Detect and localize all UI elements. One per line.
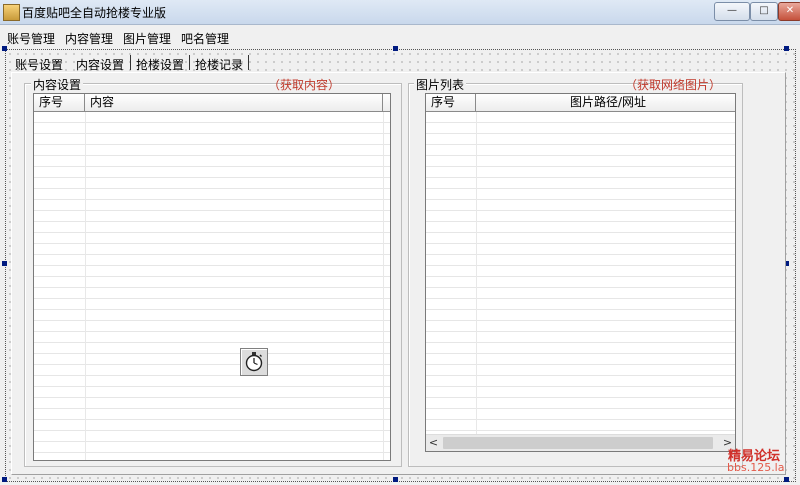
selection-handle[interactable] (393, 477, 398, 482)
tab-divider (189, 55, 190, 70)
tab-grab-records[interactable]: 抢楼记录 (195, 56, 243, 73)
column-divider (85, 112, 86, 460)
tab-grab-settings[interactable]: 抢楼设置 (136, 56, 184, 73)
menu-content-management[interactable]: 内容管理 (65, 30, 113, 47)
app-icon (3, 4, 20, 21)
fetch-web-images-link[interactable]: （获取网络图片） (625, 76, 721, 93)
fetch-content-link[interactable]: （获取内容） (268, 76, 340, 93)
window-title: 百度贴吧全自动抢楼专业版 (22, 6, 167, 20)
column-header-content[interactable]: 内容 (85, 94, 383, 111)
menu-account-management[interactable]: 账号管理 (7, 30, 55, 47)
stopwatch-icon (245, 352, 263, 372)
maximize-button[interactable]: □ (750, 2, 778, 21)
menu-image-management[interactable]: 图片管理 (123, 30, 171, 47)
content-list-rows (34, 112, 390, 460)
content-list-header: 序号 内容 (34, 94, 390, 112)
tab-divider (130, 55, 131, 70)
tab-account-settings[interactable]: 账号设置 (15, 56, 63, 73)
image-list[interactable]: 序号 图片路径/网址 < > (425, 93, 736, 452)
selection-handle[interactable] (393, 46, 398, 51)
title-bar: 百度贴吧全自动抢楼专业版 — □ ✕ (0, 0, 800, 25)
timer-component[interactable] (240, 348, 268, 376)
scroll-left-arrow[interactable]: < (426, 435, 441, 451)
selection-handle[interactable] (2, 261, 7, 266)
menu-forum-name-management[interactable]: 吧名管理 (181, 30, 229, 47)
selection-handle[interactable] (2, 477, 7, 482)
tab-content-settings[interactable]: 内容设置 (76, 56, 124, 73)
column-header-index[interactable]: 序号 (426, 94, 476, 111)
watermark-url: bbs.125.la (727, 461, 785, 474)
column-header-filler (383, 94, 390, 111)
column-divider (383, 112, 384, 460)
column-header-index[interactable]: 序号 (34, 94, 85, 111)
selection-handle[interactable] (784, 46, 789, 51)
image-list-rows (426, 112, 735, 434)
selection-handle[interactable] (2, 46, 7, 51)
image-list-title: 图片列表 (414, 76, 467, 93)
image-list-header: 序号 图片路径/网址 (426, 94, 735, 112)
tab-divider (248, 55, 249, 70)
selection-handle[interactable] (784, 477, 789, 482)
scrollbar-thumb[interactable] (443, 437, 713, 449)
content-settings-title: 内容设置 (31, 76, 84, 93)
horizontal-scrollbar[interactable]: < > (426, 434, 735, 451)
column-header-image-path[interactable]: 图片路径/网址 (476, 94, 735, 111)
content-list[interactable]: 序号 内容 (33, 93, 391, 461)
column-divider (476, 112, 477, 434)
minimize-button[interactable]: — (714, 2, 750, 21)
close-button[interactable]: ✕ (778, 2, 800, 21)
